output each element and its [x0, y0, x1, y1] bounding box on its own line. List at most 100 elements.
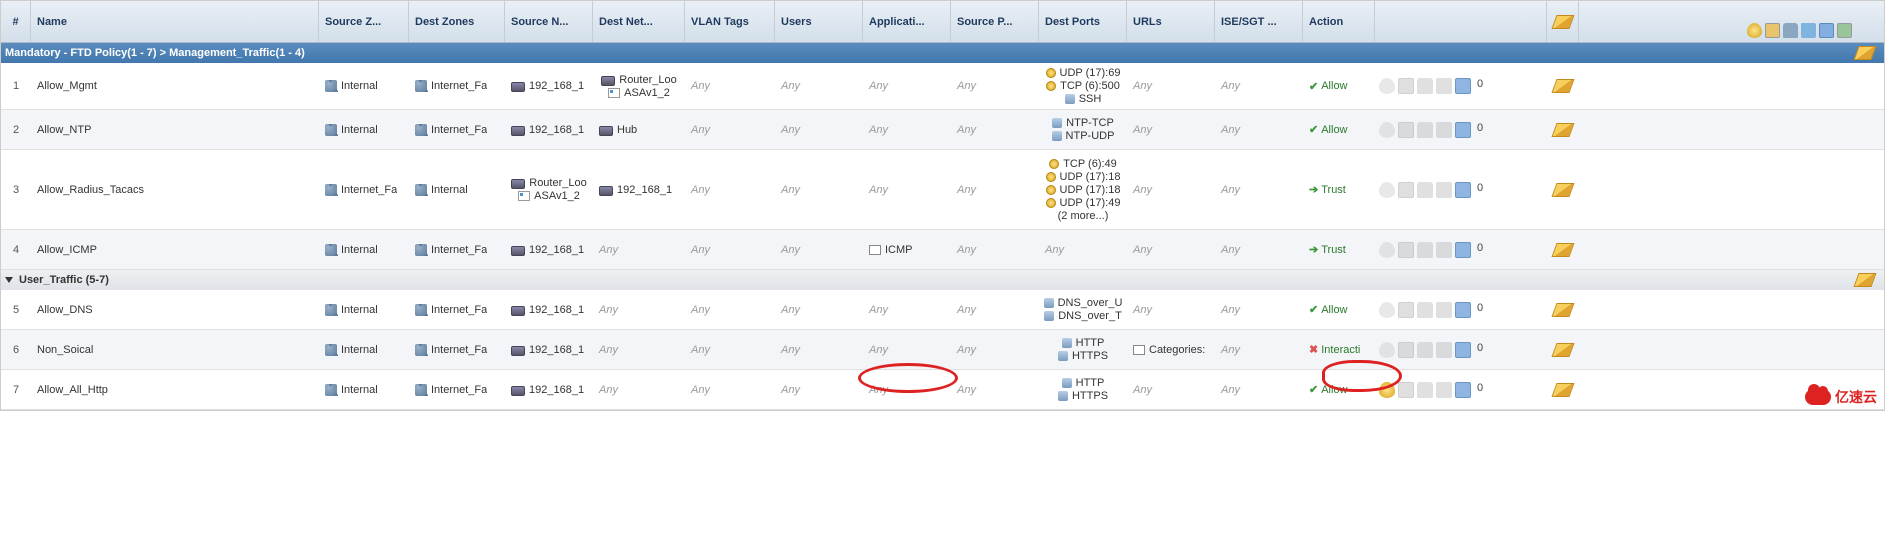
safesearch-icon[interactable] — [1417, 122, 1433, 138]
edit-rule-button[interactable] — [1547, 230, 1579, 269]
identity-icon[interactable] — [1436, 78, 1452, 94]
header-ise[interactable]: ISE/SGT ... — [1215, 1, 1303, 42]
intrusion-icon[interactable] — [1379, 182, 1395, 198]
table-row[interactable]: 6 Non_Soical Internal Internet_Fa 192_16… — [1, 330, 1884, 370]
header-urls[interactable]: URLs — [1127, 1, 1215, 42]
host-icon — [511, 246, 525, 256]
dstport-value: UDP (17):49 — [1060, 197, 1121, 209]
identity-icon[interactable] — [1436, 302, 1452, 318]
any-value: Any — [869, 184, 888, 196]
edit-rule-button[interactable] — [1547, 290, 1579, 329]
header-app[interactable]: Applicati... — [863, 1, 951, 42]
header-srcnet[interactable]: Source N... — [505, 1, 593, 42]
table-row[interactable]: 2 Allow_NTP Internal Internet_Fa 192_168… — [1, 110, 1884, 150]
log-icon[interactable] — [1455, 78, 1471, 94]
table-row[interactable]: 5 Allow_DNS Internal Internet_Fa 192_168… — [1, 290, 1884, 330]
log-icon[interactable] — [1455, 382, 1471, 398]
log-icon[interactable] — [1455, 242, 1471, 258]
files-icon[interactable] — [1398, 242, 1414, 258]
any-value: Any — [1133, 80, 1152, 92]
identity-icon[interactable] — [1436, 182, 1452, 198]
any-value: Any — [869, 384, 888, 396]
folder-icon[interactable] — [1801, 23, 1816, 38]
policy-rules-table: # Name Source Z... Dest Zones Source N..… — [0, 0, 1885, 411]
host-icon — [511, 386, 525, 396]
identity-icon[interactable] — [1436, 242, 1452, 258]
header-users[interactable]: Users — [775, 1, 863, 42]
srczone-value: Internal — [341, 304, 378, 316]
section-user-traffic[interactable]: User_Traffic (5-7) — [1, 270, 1884, 290]
any-value: Any — [957, 304, 976, 316]
safesearch-icon[interactable] — [1417, 342, 1433, 358]
table-row[interactable]: 4 Allow_ICMP Internal Internet_Fa 192_16… — [1, 230, 1884, 270]
port-icon — [1062, 338, 1072, 348]
log-icon[interactable] — [1819, 23, 1834, 38]
files-icon[interactable] — [1398, 122, 1414, 138]
header-action[interactable]: Action — [1303, 1, 1375, 42]
files-icon[interactable] — [1398, 302, 1414, 318]
pencil-icon[interactable] — [1853, 273, 1876, 287]
header-vlan[interactable]: VLAN Tags — [685, 1, 775, 42]
rule-num: 6 — [1, 330, 31, 369]
files-icon[interactable] — [1398, 182, 1414, 198]
intrusion-icon[interactable] — [1379, 242, 1395, 258]
app-value: ICMP — [885, 244, 913, 256]
intrusion-icon[interactable] — [1379, 342, 1395, 358]
header-dstport[interactable]: Dest Ports — [1039, 1, 1127, 42]
comment-icon[interactable] — [1837, 23, 1852, 38]
identity-icon[interactable] — [1436, 122, 1452, 138]
edit-rule-button[interactable] — [1547, 63, 1579, 109]
user-icon[interactable] — [1783, 23, 1798, 38]
pencil-icon — [1551, 79, 1574, 93]
header-dstnet[interactable]: Dest Net... — [593, 1, 685, 42]
section-mandatory[interactable]: Mandatory - FTD Policy(1 - 7) > Manageme… — [1, 43, 1884, 63]
edit-rule-button[interactable] — [1547, 330, 1579, 369]
log-icon[interactable] — [1455, 302, 1471, 318]
header-edit[interactable] — [1547, 1, 1579, 42]
safesearch-icon[interactable] — [1417, 302, 1433, 318]
intrusion-icon[interactable] — [1379, 78, 1395, 94]
header-num[interactable]: # — [1, 1, 31, 42]
files-icon[interactable] — [1765, 23, 1780, 38]
url-category-icon — [1133, 345, 1145, 355]
app-icon — [869, 245, 881, 255]
table-row[interactable]: 1 Allow_Mgmt Internal Internet_Fa 192_16… — [1, 63, 1884, 110]
dstport-value: DNS_over_T — [1058, 310, 1122, 322]
port-icon — [1065, 94, 1075, 104]
intrusion-icon[interactable] — [1379, 122, 1395, 138]
safesearch-icon[interactable] — [1417, 78, 1433, 94]
log-icon[interactable] — [1455, 342, 1471, 358]
log-icon[interactable] — [1455, 182, 1471, 198]
host-icon — [601, 76, 615, 86]
more-link[interactable]: (2 more...) — [1058, 210, 1109, 222]
safesearch-icon[interactable] — [1417, 182, 1433, 198]
files-icon[interactable] — [1398, 78, 1414, 94]
header-dstzone[interactable]: Dest Zones — [409, 1, 505, 42]
dstzone-value: Internet_Fa — [431, 344, 487, 356]
any-value: Any — [599, 304, 618, 316]
intrusion-icon[interactable] — [1379, 302, 1395, 318]
shield-icon[interactable] — [1747, 23, 1762, 38]
edit-rule-button[interactable] — [1547, 150, 1579, 229]
header-srczone[interactable]: Source Z... — [319, 1, 409, 42]
header-srcport[interactable]: Source P... — [951, 1, 1039, 42]
log-icon[interactable] — [1455, 122, 1471, 138]
safesearch-icon[interactable] — [1417, 242, 1433, 258]
header-name[interactable]: Name — [31, 1, 319, 42]
edit-rule-button[interactable] — [1547, 110, 1579, 149]
table-row[interactable]: 3 Allow_Radius_Tacacs Internet_Fa Intern… — [1, 150, 1884, 230]
intrusion-icon[interactable] — [1379, 382, 1395, 398]
files-icon[interactable] — [1398, 382, 1414, 398]
files-icon[interactable] — [1398, 342, 1414, 358]
rule-num: 1 — [1, 63, 31, 109]
identity-icon[interactable] — [1436, 382, 1452, 398]
port-icon — [1046, 185, 1056, 195]
table-row[interactable]: 7 Allow_All_Http Internal Internet_Fa 19… — [1, 370, 1884, 410]
any-value: Any — [1221, 384, 1240, 396]
pencil-icon[interactable] — [1853, 46, 1876, 60]
identity-icon[interactable] — [1436, 342, 1452, 358]
pencil-icon — [1551, 183, 1574, 197]
safesearch-icon[interactable] — [1417, 382, 1433, 398]
dstport-value: UDP (17):69 — [1060, 67, 1121, 79]
edit-rule-button[interactable] — [1547, 370, 1579, 409]
